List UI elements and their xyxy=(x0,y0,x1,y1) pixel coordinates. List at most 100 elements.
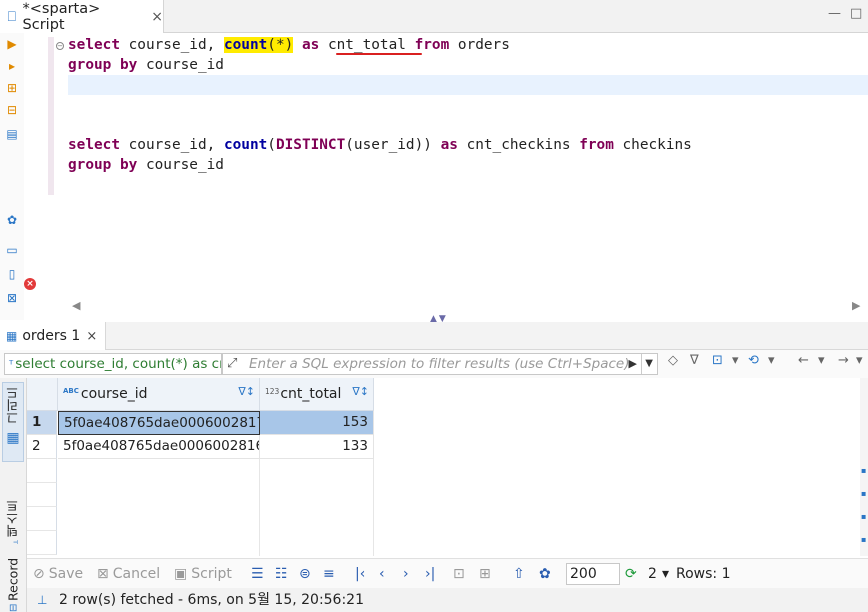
previous-page-icon[interactable]: ‹ xyxy=(379,566,385,582)
forward-icon[interactable]: → xyxy=(838,353,849,368)
string-type-icon: ABC xyxy=(63,387,79,395)
first-page-icon[interactable]: |‹ xyxy=(355,566,365,582)
tab-record[interactable]: ⊟ Record xyxy=(2,554,24,612)
error-icon[interactable]: × xyxy=(24,278,36,290)
code-line[interactable] xyxy=(56,115,68,135)
last-page-icon[interactable]: ›| xyxy=(425,566,435,582)
copy-row-icon[interactable]: ⊜ xyxy=(299,566,311,582)
refresh-icon[interactable]: ⟳ xyxy=(625,566,637,582)
panel-toggle-icon[interactable]: ⊡ xyxy=(453,566,465,582)
settings-icon[interactable]: ✿ xyxy=(5,213,19,227)
cancel-button[interactable]: ⊠ Cancel xyxy=(97,566,160,582)
panel-icon[interactable]: ▪ xyxy=(861,489,868,498)
minimize-icon[interactable]: — xyxy=(828,6,841,21)
code-token: select xyxy=(68,37,120,53)
code-line[interactable] xyxy=(56,95,68,115)
column-header-cnt-total[interactable]: 123 cnt_total ∇↕ xyxy=(260,378,374,411)
fetch-size-input[interactable]: 200 xyxy=(566,563,620,585)
code-token: ( xyxy=(267,137,276,153)
tab-orders-1[interactable]: ▦ orders 1 × xyxy=(0,322,106,350)
code-line[interactable]: group by course_id xyxy=(56,55,224,75)
explain-plan-icon[interactable]: ⊞ xyxy=(5,81,19,95)
code-line[interactable]: select course_id, count(DISTINCT(user_id… xyxy=(56,135,692,155)
code-token: checkins xyxy=(613,137,692,153)
script-icon: ▣ xyxy=(174,566,188,582)
text-icon: ᵀ xyxy=(7,540,19,544)
results-toolbar: ⊘ Save ⊠ Cancel ▣ Script ☰ ☷ ⊜ ≡ |‹ ‹ › ›| … xyxy=(27,558,868,588)
filter-columns-icon[interactable]: ⊡ xyxy=(712,353,723,368)
filter-sort-icon[interactable]: ∇↕ xyxy=(238,385,255,398)
scroll-left-icon[interactable]: ◀ xyxy=(72,299,80,312)
code-token: cnt_checkins xyxy=(457,137,580,153)
expand-icon[interactable]: ⤢ xyxy=(227,354,237,374)
status-bar: ⊥ 2 row(s) fetched - 6ms, on 5월 15, 20:5… xyxy=(27,588,868,612)
table-icon: ▦ xyxy=(6,329,18,343)
panel-icon[interactable]: ▪ xyxy=(861,512,868,521)
editor-side-toolbar: ▶ ▸ ⊞ ⊟ ▤ ✿ ▭ ▯ ⊠ xyxy=(0,33,24,320)
code-line[interactable]: select course_id, count(*) as cnt_total … xyxy=(56,35,510,55)
delete-row-icon[interactable]: ≡ xyxy=(323,566,335,582)
panel-icon[interactable]: ▪ xyxy=(861,535,868,544)
maximize-results-icon[interactable]: ⊞ xyxy=(479,566,491,582)
panel-icon[interactable]: ▪ xyxy=(861,466,868,475)
new-script-icon[interactable]: ▭ xyxy=(5,243,19,257)
edit-row-icon[interactable]: ☰ xyxy=(251,566,264,582)
load-plan-icon[interactable]: ⊟ xyxy=(5,103,19,117)
rows-count: Rows: 1 xyxy=(676,566,731,582)
clear-filter-icon[interactable]: ◇ xyxy=(668,353,678,368)
table-cell[interactable]: 5f0ae408765dae0006002817 xyxy=(58,411,260,435)
table-cell[interactable]: 133 xyxy=(260,435,374,459)
tab-label: *<sparta> Script xyxy=(22,0,101,33)
code-line[interactable] xyxy=(56,75,68,95)
maximize-icon[interactable]: □ xyxy=(850,6,862,21)
save-button[interactable]: ⊘ Save xyxy=(33,566,83,582)
tab-text[interactable]: ᵀ 텍스트 xyxy=(2,472,24,544)
settings-icon[interactable]: ✿ xyxy=(539,566,551,582)
results-grid[interactable]: ABC course_id ∇↕ 123 cnt_total ∇↕ 1 5f0a… xyxy=(27,378,860,556)
code-token: course_id, xyxy=(119,37,224,53)
close-icon[interactable]: × xyxy=(151,9,163,25)
code-token: orders xyxy=(457,37,510,53)
dropdown-icon[interactable]: ▾ xyxy=(818,353,825,368)
tab-grid[interactable]: ▦ 그리드 xyxy=(2,382,24,462)
back-icon[interactable]: ← xyxy=(798,353,809,368)
column-name: course_id xyxy=(80,386,148,402)
add-row-icon[interactable]: ☷ xyxy=(275,566,288,582)
run-script-icon[interactable]: ▸ xyxy=(5,59,19,73)
export-data-icon[interactable]: ⇧ xyxy=(513,566,525,582)
sql-editor[interactable]: select course_id, count(*) as cnt_total … xyxy=(56,35,868,297)
tab-sparta-script[interactable]: ⎕ *<sparta> Script × xyxy=(0,0,164,33)
filter-history-icon[interactable]: ▼ xyxy=(641,354,653,374)
history-icon[interactable]: ▤ xyxy=(5,127,19,141)
open-file-icon[interactable]: ▯ xyxy=(5,267,19,281)
table-cell[interactable]: 153 xyxy=(260,411,374,435)
scroll-right-icon[interactable]: ▶ xyxy=(852,299,860,312)
dropdown-icon[interactable]: ▾ xyxy=(732,353,739,368)
row-number[interactable]: 1 xyxy=(27,411,57,435)
run-statement-icon[interactable]: ▶ xyxy=(5,37,19,51)
next-page-icon[interactable]: › xyxy=(403,566,409,582)
refresh-layout-icon[interactable]: ⟲ xyxy=(748,353,759,368)
close-icon[interactable]: × xyxy=(86,329,97,344)
export-icon[interactable]: ⊠ xyxy=(5,291,19,305)
filter-input[interactable]: ⤢ Enter a SQL expression to filter resul… xyxy=(222,353,658,375)
code-line[interactable]: group by course_id xyxy=(56,155,224,175)
fold-icon[interactable]: − xyxy=(56,42,64,50)
filter-settings-icon[interactable]: ∇ xyxy=(690,353,699,368)
script-button[interactable]: ▣ Script xyxy=(174,566,232,582)
save-label: Save xyxy=(48,566,84,582)
table-cell[interactable]: 5f0ae408765dae0006002816 xyxy=(58,435,260,459)
code-token: from xyxy=(405,37,458,53)
column-header-course-id[interactable]: ABC course_id ∇↕ xyxy=(58,378,260,411)
dropdown-icon[interactable]: ▾ xyxy=(856,353,863,368)
code-token: as xyxy=(293,37,328,53)
code-token: select xyxy=(68,137,120,153)
editor-horizontal-scrollbar[interactable]: ◀ ▶ xyxy=(66,298,868,316)
dropdown-icon[interactable]: ▾ xyxy=(768,353,775,368)
query-preview[interactable]: ᵀselect course_id, count(*) as cnt_total… xyxy=(4,353,222,375)
filter-sort-icon[interactable]: ∇↕ xyxy=(352,385,369,398)
refresh-dropdown-icon[interactable]: ▾ xyxy=(662,566,669,582)
apply-filter-icon[interactable]: ▶ xyxy=(629,354,637,374)
row-number[interactable]: 2 xyxy=(27,435,57,459)
dbeaver-window: ⎕ *<sparta> Script × — □ ▶ ▸ ⊞ ⊟ ▤ ✿ ▭ ▯… xyxy=(0,0,868,612)
